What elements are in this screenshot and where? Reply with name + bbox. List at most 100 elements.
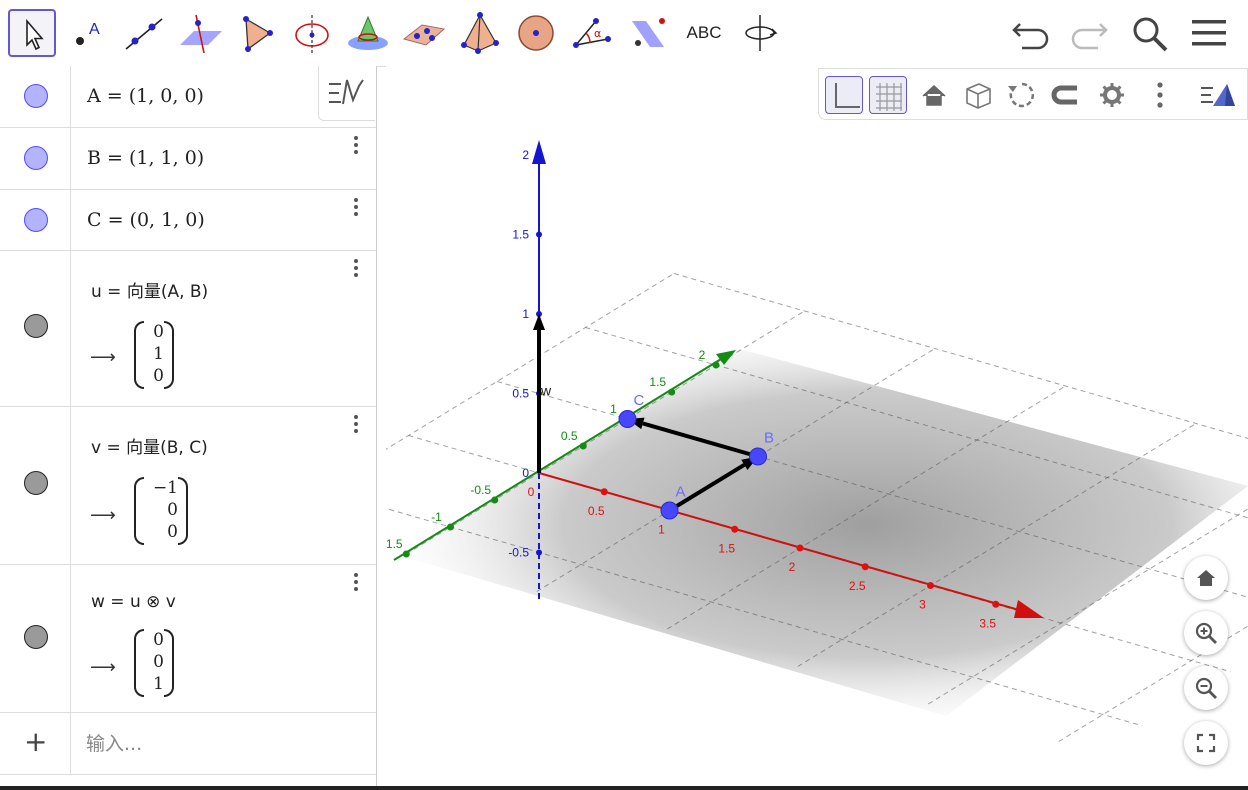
intersect-surfaces-tool-icon[interactable] [344,9,392,57]
x-tick [927,582,934,589]
move-tool-icon[interactable] [8,9,56,57]
plane-through-points-tool-icon[interactable] [400,9,448,57]
sphere-tool-icon[interactable] [512,9,560,57]
graphics-3d-view[interactable]: 0 0.5 1 1.5 2 2.5 3 3.5 -1.5 -1 -0.5 0.5 1 1.5 2 -0.5 0 0… [386,66,1248,788]
vector-w-arrowhead [533,314,545,330]
rotate-view-tool-icon[interactable] [736,9,784,57]
vector-result: 0 1 0 [134,321,174,389]
y-tick [579,442,587,450]
point-label: C [634,392,645,409]
axis-tick-label: 2 [699,348,706,362]
axis-tick-label: 0 [528,485,535,499]
toolbar: A α ABC [0,0,1248,67]
axis-tick-label: -0.5 [470,483,491,497]
visibility-toggle[interactable] [24,625,48,649]
perpendicular-line-tool-icon[interactable] [176,9,224,57]
y-tick [712,361,720,369]
projection-icon[interactable] [1047,76,1085,114]
more-options-icon[interactable] [348,259,364,283]
more-options-icon[interactable] [348,136,364,160]
z-tick [536,152,542,158]
axis-tick-label: 1 [610,402,617,416]
algebra-row-w[interactable]: w = u ⊗ v ⟶ 0 0 1 [0,565,376,713]
input-row[interactable]: + 输入... [0,713,376,775]
more-icon[interactable] [1141,76,1179,114]
result-arrow: ⟶ [90,505,116,526]
graphics-3d-canvas[interactable]: 0 0.5 1 1.5 2 2.5 3 3.5 -1.5 -1 -0.5 0.5 1 1.5 2 -0.5 0 0… [386,66,1248,788]
text-tool-icon[interactable]: ABC [680,9,728,57]
more-options-icon[interactable] [348,415,364,439]
x-tick [600,488,608,496]
menu-icon[interactable] [1186,10,1232,56]
svg-text:A: A [89,21,100,38]
y-tick [491,496,499,504]
zoom-out-icon[interactable] [1184,666,1228,710]
x-tick [861,563,869,571]
axis-tick-label: -0.5 [508,546,529,560]
point-definition[interactable]: C = (0, 1, 0) [87,209,205,231]
reflect-tool-icon[interactable] [624,9,672,57]
algebra-row-u[interactable]: u = 向量(A, B) ⟶ 0 1 0 [0,251,376,407]
vector-definition[interactable]: v = 向量(B, C) [91,433,208,458]
vector-definition[interactable]: u = 向量(A, B) [91,277,208,302]
axis-tick-label: 3 [919,598,926,612]
visibility-toggle[interactable] [24,146,48,170]
axis-tick-label: 0.5 [588,504,605,518]
point-definition[interactable]: A = (1, 0, 0) [87,85,204,107]
line-tool-icon[interactable] [120,9,168,57]
plus-icon[interactable]: + [24,725,47,758]
fullscreen-icon[interactable] [1184,721,1228,765]
circle-axis-tool-icon[interactable] [288,9,336,57]
bottom-border [0,786,1248,790]
view-cube-icon[interactable] [959,76,997,114]
algebra-style-button[interactable] [318,66,375,121]
graphics-style-bar [818,68,1248,120]
axis-tick-label: 1.5 [649,375,666,389]
axis-tick-label: -1.5 [386,537,403,551]
point-definition[interactable]: B = (1, 1, 0) [87,147,204,169]
rotate-icon[interactable] [1003,76,1041,114]
xy-plane [402,348,1248,716]
more-options-icon[interactable] [348,573,364,597]
point-C [618,410,637,428]
x-tick [796,544,804,552]
point-tool-icon[interactable]: A [64,9,112,57]
zoom-in-icon[interactable] [1184,611,1228,655]
axis-tick-label: 2.5 [849,579,866,593]
visibility-toggle[interactable] [24,471,48,495]
svg-text:α: α [594,27,601,40]
angle-tool-icon[interactable]: α [568,9,616,57]
settings-icon[interactable] [1093,76,1131,114]
undo-icon[interactable] [1008,10,1054,56]
x-tick [992,600,1000,608]
algebra-row-v[interactable]: v = 向量(B, C) ⟶ −1 0 0 [0,407,376,565]
axis-tick-label: 0.5 [512,387,529,401]
axis-tick-label: 2 [789,560,796,574]
axes-icon[interactable] [825,76,863,114]
pyramid-tool-icon[interactable] [456,9,504,57]
vector-definition[interactable]: w = u ⊗ v [91,592,176,612]
axis-tick-label: 0.5 [561,429,578,443]
visibility-toggle[interactable] [24,84,48,108]
algebra-row-B[interactable]: B = (1, 1, 0) [0,128,376,190]
view-toggle-icon[interactable] [1199,76,1237,114]
axis-tick-label: 3.5 [979,616,996,630]
home-icon[interactable] [915,76,953,114]
result-arrow: ⟶ [90,347,116,368]
axis-tick-label: 1.5 [718,541,735,555]
home-icon[interactable] [1184,556,1228,600]
search-icon[interactable] [1126,10,1172,56]
grid-icon[interactable] [869,76,907,114]
more-options-icon[interactable] [348,198,364,222]
visibility-toggle[interactable] [24,208,48,232]
axis-tick-label: -1 [431,510,442,524]
x-tick [731,525,739,533]
vector-label: w [540,383,552,399]
visibility-toggle[interactable] [24,314,48,338]
redo-icon[interactable] [1066,10,1112,56]
algebra-input[interactable]: 输入... [86,729,142,756]
geogebra-app: A α ABC A = (1, 0, 0) B = (1, 1, 0) C = … [0,0,1248,790]
algebra-row-C[interactable]: C = (0, 1, 0) [0,190,376,251]
axis-tick-label: 2 [522,148,529,162]
polygon-tool-icon[interactable] [232,9,280,57]
